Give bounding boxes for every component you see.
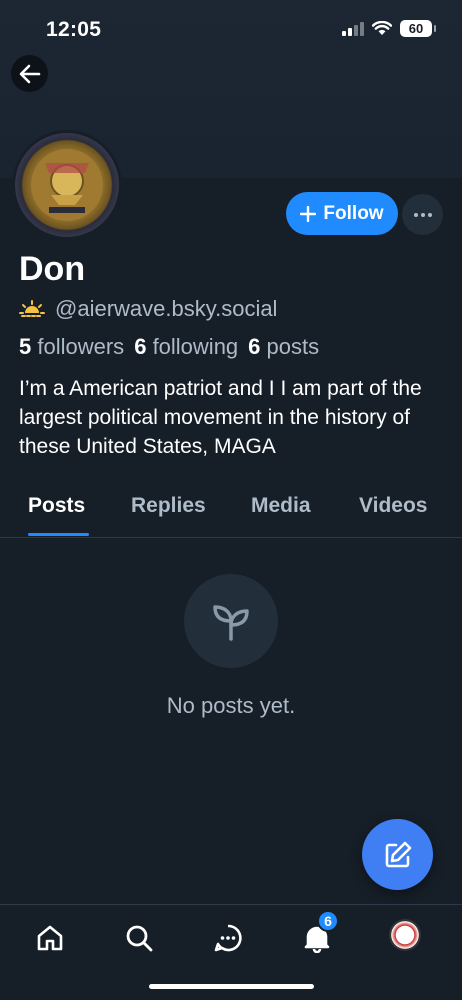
follow-button[interactable]: Follow — [286, 192, 398, 235]
tab-replies[interactable]: Replies — [131, 494, 206, 518]
sunrise-icon — [19, 300, 45, 317]
compose-icon — [385, 841, 411, 867]
plus-icon — [300, 205, 317, 222]
status-bar: 12:05 60 — [0, 0, 462, 62]
compose-button[interactable] — [362, 819, 433, 890]
empty-state-message: No posts yet. — [166, 693, 296, 718]
followers-stat[interactable]: 5 followers — [19, 334, 124, 360]
more-options-button[interactable] — [402, 194, 443, 235]
profile-handle: @aierwave.bsky.social — [55, 296, 278, 321]
tab-media[interactable]: Media — [251, 494, 311, 518]
nav-home[interactable] — [33, 921, 67, 955]
tab-posts[interactable]: Posts — [28, 494, 85, 518]
posts-stat: 6 posts — [248, 334, 320, 359]
tab-videos[interactable]: Videos — [359, 494, 427, 518]
display-name: Don — [19, 250, 86, 288]
status-time: 12:05 — [46, 18, 102, 41]
active-tab-indicator — [28, 533, 89, 536]
notifications-badge: 6 — [317, 910, 339, 932]
status-icons: 60 — [342, 20, 436, 37]
chat-icon — [214, 924, 242, 952]
following-stat[interactable]: 6 following — [134, 334, 238, 360]
search-icon — [126, 925, 153, 952]
nav-search[interactable] — [122, 921, 156, 955]
profile-avatar[interactable] — [12, 130, 122, 240]
ellipsis-icon — [413, 212, 418, 217]
empty-state-icon — [184, 574, 278, 668]
follow-label: Follow — [323, 202, 384, 224]
back-button[interactable] — [11, 55, 48, 92]
profile-tabs: Posts Replies Media Videos — [0, 480, 462, 538]
seedling-icon — [213, 605, 249, 641]
profile-stats: 5 followers 6 following 6 posts — [19, 334, 319, 360]
battery-indicator: 60 — [400, 20, 436, 37]
signal-icon — [342, 21, 364, 36]
handle-row: @aierwave.bsky.social — [19, 296, 277, 322]
home-indicator — [149, 984, 314, 989]
nav-chat[interactable] — [211, 921, 245, 955]
marine-corps-emblem — [15, 133, 119, 237]
profile-bio: I’m a American patriot and I I am part o… — [19, 377, 422, 458]
nav-profile-avatar[interactable] — [389, 919, 421, 951]
arrow-left-icon — [19, 64, 40, 83]
home-icon — [37, 925, 63, 951]
wifi-icon — [372, 21, 392, 35]
